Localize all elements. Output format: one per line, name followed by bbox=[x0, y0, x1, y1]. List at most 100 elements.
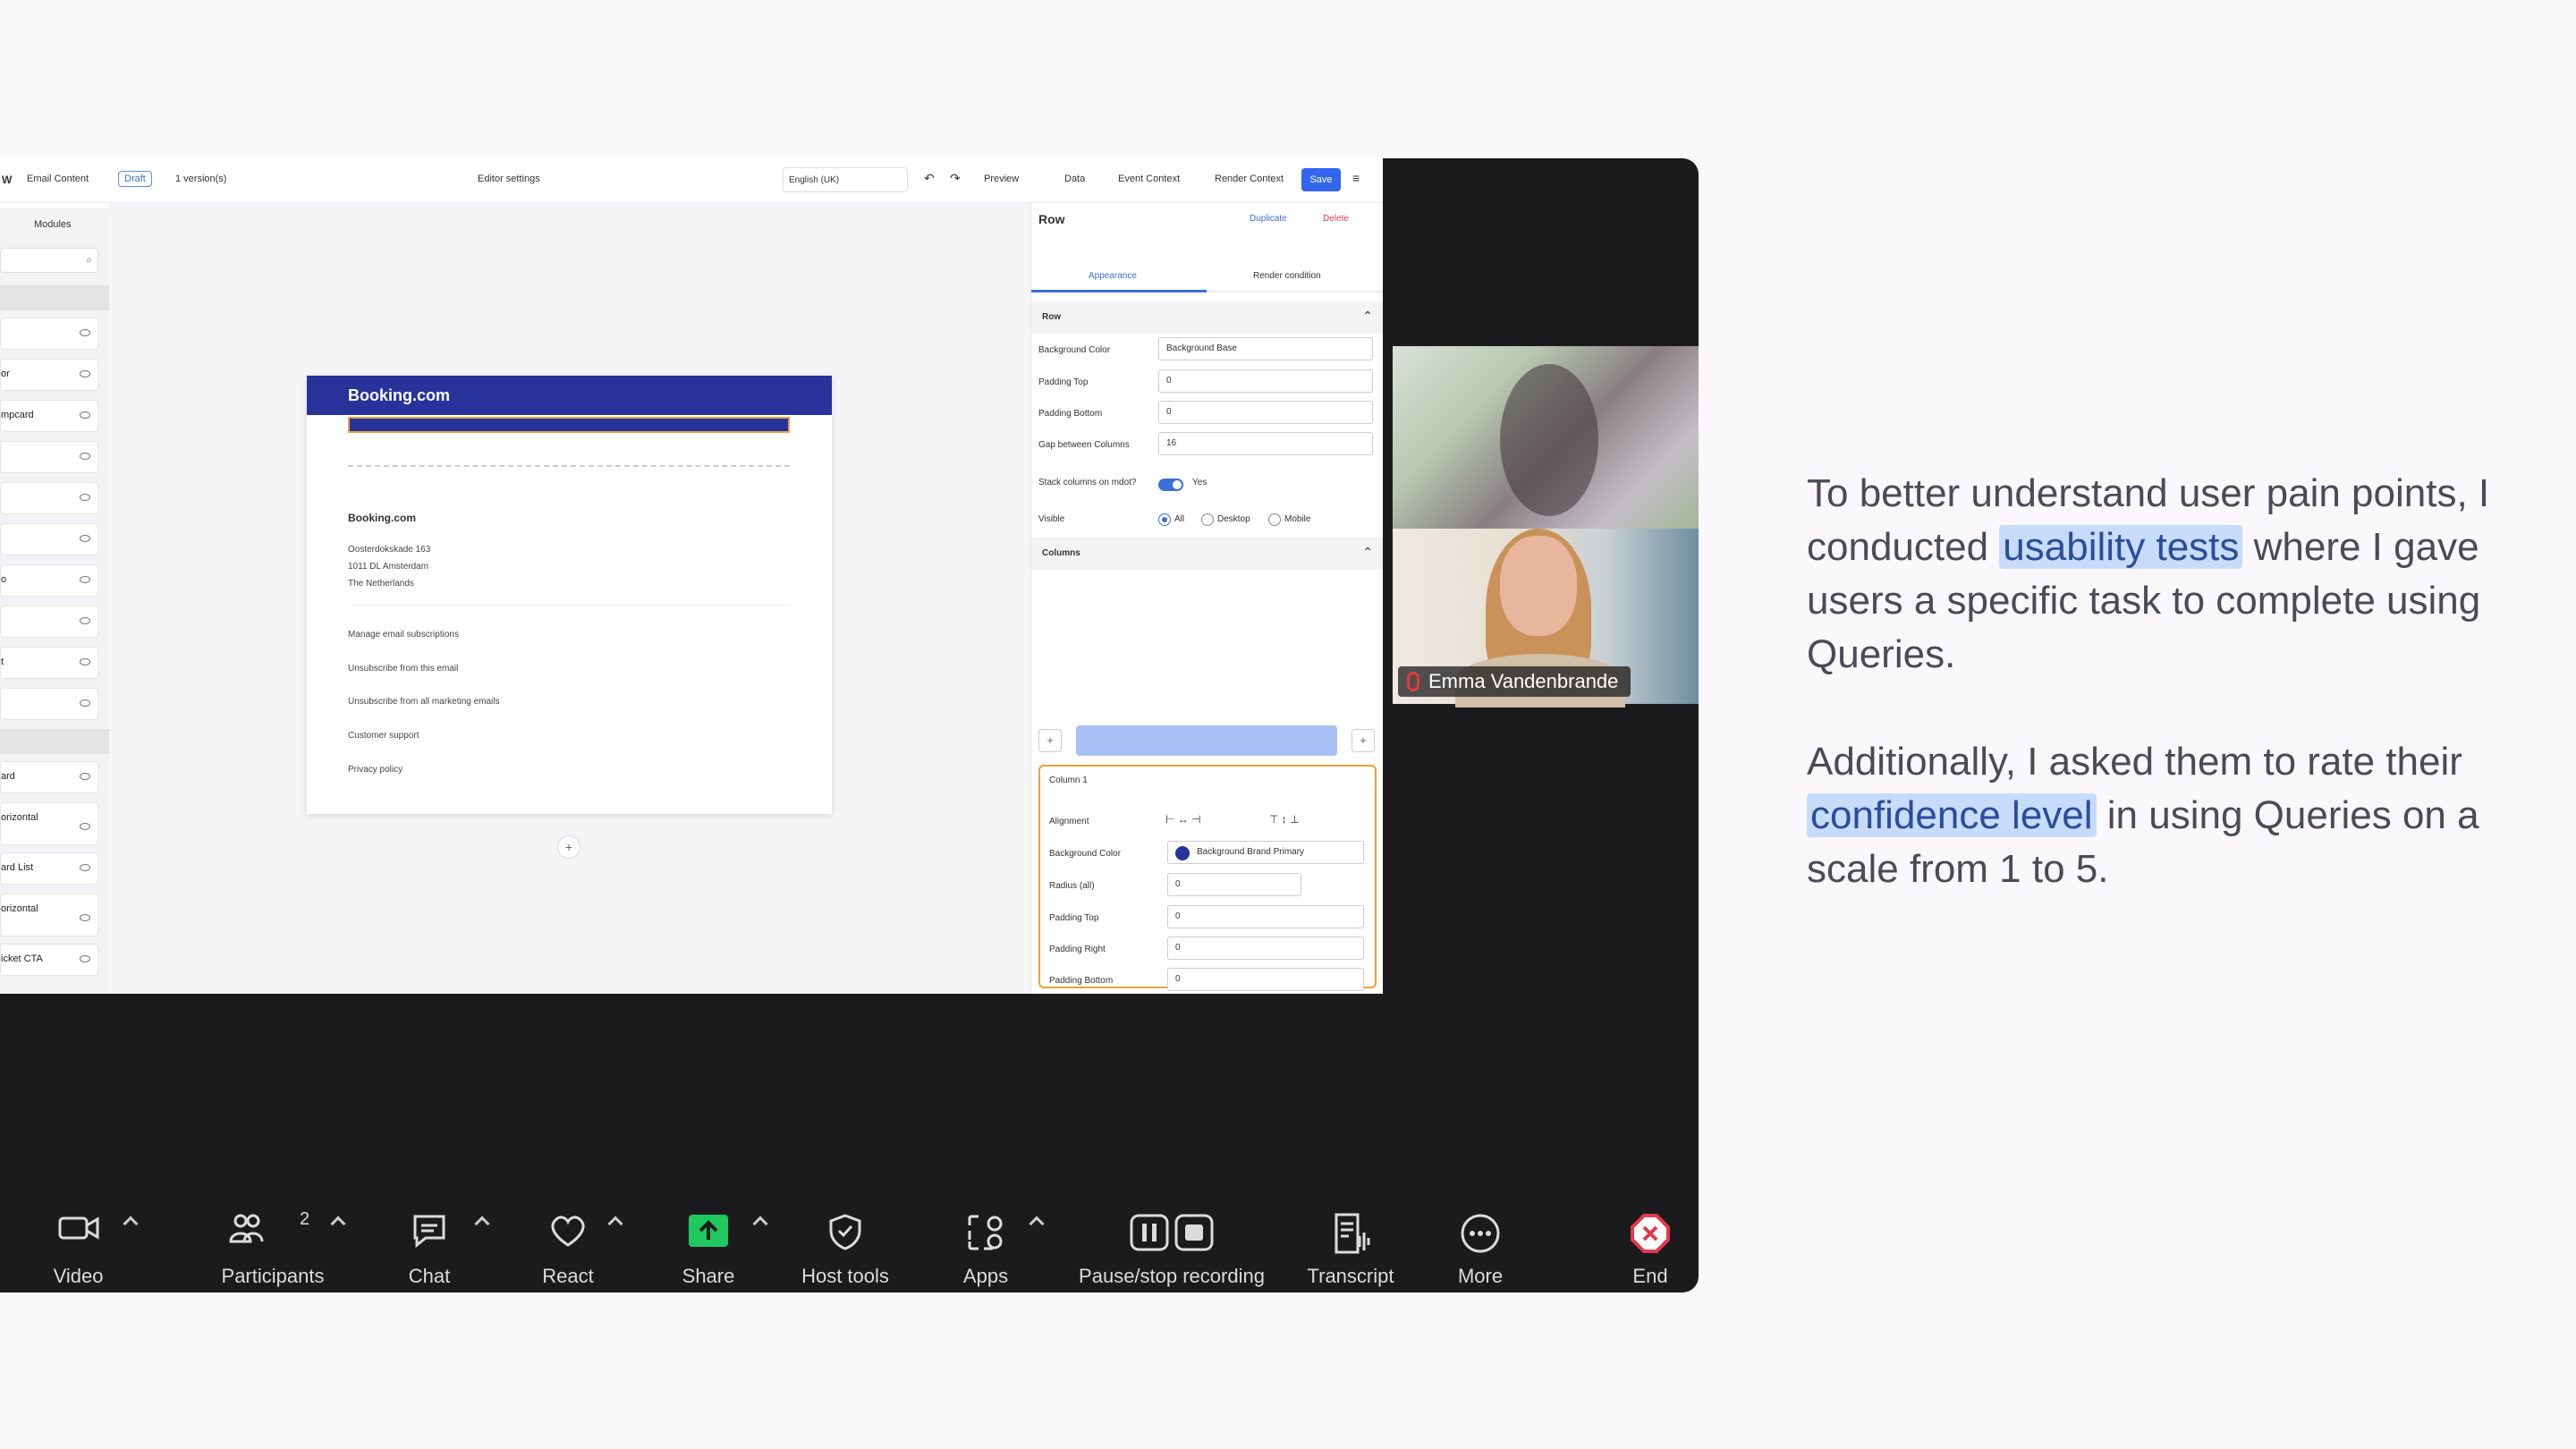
columns-section-header[interactable]: Columns ⌃ bbox=[1031, 538, 1383, 570]
chevron-up-icon[interactable] bbox=[474, 1216, 490, 1232]
column-padding-top-input[interactable]: 0 bbox=[1167, 905, 1364, 928]
eye-icon[interactable] bbox=[80, 773, 90, 780]
module-item[interactable]: orizontal bbox=[0, 802, 98, 845]
chevron-up-icon[interactable]: ⌃ bbox=[1362, 545, 1373, 560]
chevron-up-icon[interactable] bbox=[607, 1216, 623, 1232]
eye-icon[interactable] bbox=[80, 370, 90, 377]
module-item[interactable] bbox=[0, 318, 98, 350]
participant-video[interactable]: Emma Vandenbrande bbox=[1393, 529, 1699, 708]
undo-icon[interactable]: ↶ bbox=[924, 171, 935, 186]
video-button[interactable]: Video bbox=[36, 1182, 121, 1292]
row-padding-bottom-label: Padding Bottom bbox=[1038, 409, 1103, 419]
row-gap-label: Gap between Columns bbox=[1038, 440, 1130, 450]
eye-icon[interactable] bbox=[80, 329, 90, 336]
footer-link[interactable]: Privacy policy bbox=[348, 765, 402, 775]
column-padding-bottom-input[interactable]: 0 bbox=[1167, 968, 1364, 991]
participants-button[interactable]: 2 Participants bbox=[210, 1182, 335, 1292]
module-item[interactable]: mpcard bbox=[0, 400, 98, 432]
language-select[interactable]: English (UK) bbox=[783, 167, 908, 192]
add-row-button[interactable]: + bbox=[557, 835, 580, 859]
chevron-up-icon[interactable] bbox=[1029, 1216, 1045, 1232]
pause-stop-recording-button[interactable]: Pause/stop recording bbox=[1069, 1182, 1275, 1292]
eye-icon[interactable] bbox=[80, 576, 90, 583]
apps-button[interactable]: Apps bbox=[945, 1182, 1026, 1292]
footer-link[interactable]: Customer support bbox=[348, 731, 419, 741]
more-button[interactable]: More bbox=[1440, 1182, 1521, 1292]
editor-settings-button[interactable]: Editor settings bbox=[478, 174, 540, 184]
module-item[interactable]: ard List bbox=[0, 852, 98, 885]
module-item[interactable] bbox=[0, 523, 98, 555]
email-brand-header[interactable]: Booking.com bbox=[307, 376, 832, 415]
module-item[interactable] bbox=[0, 606, 98, 638]
footer-link[interactable]: Unsubscribe from all marketing emails bbox=[348, 697, 500, 707]
module-search-input[interactable]: ⌕ bbox=[0, 248, 98, 273]
module-item[interactable]: ard bbox=[0, 761, 98, 793]
module-group-header bbox=[0, 285, 109, 310]
eye-icon[interactable] bbox=[80, 453, 90, 460]
react-button[interactable]: React bbox=[528, 1182, 608, 1292]
module-item[interactable]: or bbox=[0, 359, 98, 391]
redo-icon[interactable]: ↷ bbox=[950, 171, 961, 186]
tab-render-condition[interactable]: Render condition bbox=[1253, 271, 1321, 281]
row-section-header[interactable]: Row ⌃ bbox=[1031, 301, 1383, 334]
delete-button[interactable]: Delete bbox=[1323, 214, 1349, 224]
row-padding-bottom-input[interactable]: 0 bbox=[1158, 401, 1373, 424]
footer-link[interactable]: Manage email subscriptions bbox=[348, 630, 459, 640]
eye-icon[interactable] bbox=[80, 617, 90, 624]
row-bg-color-select[interactable]: Background Base bbox=[1158, 337, 1373, 360]
add-column-left-button[interactable]: + bbox=[1038, 729, 1062, 752]
eye-icon[interactable] bbox=[80, 823, 90, 830]
transcript-icon bbox=[1335, 1213, 1370, 1254]
row-padding-top-input[interactable]: 0 bbox=[1158, 369, 1373, 393]
eye-icon[interactable] bbox=[80, 864, 90, 871]
row-visible-desktop-radio[interactable] bbox=[1201, 513, 1214, 526]
module-item[interactable]: t bbox=[0, 647, 98, 679]
menu-icon[interactable]: ≡ bbox=[1352, 171, 1360, 185]
transcript-button[interactable]: Transcript bbox=[1297, 1182, 1404, 1292]
module-item[interactable] bbox=[0, 482, 98, 514]
vertical-alignment-icon[interactable]: ⊤ ↕ ⊥ bbox=[1269, 813, 1300, 826]
eye-icon[interactable] bbox=[80, 535, 90, 542]
footer-link[interactable]: Unsubscribe from this email bbox=[348, 664, 458, 674]
share-button[interactable]: Share bbox=[668, 1182, 749, 1292]
stack-columns-toggle[interactable] bbox=[1158, 479, 1183, 491]
end-button[interactable]: End bbox=[1610, 1182, 1690, 1292]
column-padding-right-input[interactable]: 0 bbox=[1167, 936, 1364, 960]
selected-row[interactable] bbox=[348, 417, 790, 433]
tab-appearance[interactable]: Appearance bbox=[1089, 271, 1137, 281]
module-item[interactable] bbox=[0, 688, 98, 720]
eye-icon[interactable] bbox=[80, 699, 90, 707]
chevron-up-icon[interactable] bbox=[752, 1216, 768, 1232]
save-button[interactable]: Save bbox=[1301, 168, 1341, 191]
eye-icon[interactable] bbox=[80, 658, 90, 665]
row-visible-all-radio[interactable] bbox=[1158, 513, 1171, 526]
module-item[interactable] bbox=[0, 441, 98, 473]
eye-icon[interactable] bbox=[80, 494, 90, 501]
chat-button[interactable]: Chat bbox=[389, 1182, 470, 1292]
radius-input[interactable]: 0 bbox=[1167, 873, 1301, 896]
module-item[interactable]: orizontal bbox=[0, 894, 98, 936]
eye-icon[interactable] bbox=[80, 955, 90, 962]
participant-video-blurred[interactable] bbox=[1393, 346, 1699, 529]
data-button[interactable]: Data bbox=[1064, 174, 1085, 184]
column-1-bar[interactable] bbox=[1076, 725, 1337, 756]
render-context-button[interactable]: Render Context bbox=[1215, 174, 1284, 184]
column-bg-select[interactable]: Background Brand Primary bbox=[1167, 841, 1364, 864]
add-column-right-button[interactable]: + bbox=[1352, 729, 1375, 752]
breadcrumb[interactable]: Email Content bbox=[27, 174, 89, 184]
module-item[interactable]: icket CTA bbox=[0, 944, 98, 976]
chevron-up-icon[interactable] bbox=[123, 1216, 139, 1232]
email-preview[interactable]: Booking.com Booking.com Oosterdokskade 1… bbox=[307, 376, 832, 814]
chevron-up-icon[interactable]: ⌃ bbox=[1362, 309, 1373, 324]
preview-button[interactable]: Preview bbox=[984, 174, 1019, 184]
duplicate-button[interactable]: Duplicate bbox=[1250, 214, 1287, 224]
row-visible-mobile-radio[interactable] bbox=[1268, 513, 1281, 526]
eye-icon[interactable] bbox=[80, 914, 90, 921]
event-context-button[interactable]: Event Context bbox=[1118, 174, 1180, 184]
eye-icon[interactable] bbox=[80, 411, 90, 419]
host-tools-button[interactable]: Host tools bbox=[792, 1182, 899, 1292]
row-gap-input[interactable]: 16 bbox=[1158, 432, 1373, 455]
alignment-icon[interactable]: ⊢ ↔ ⊣ bbox=[1165, 813, 1201, 826]
module-item[interactable]: o bbox=[0, 564, 98, 597]
version-select[interactable]: 1 version(s) bbox=[175, 174, 226, 184]
